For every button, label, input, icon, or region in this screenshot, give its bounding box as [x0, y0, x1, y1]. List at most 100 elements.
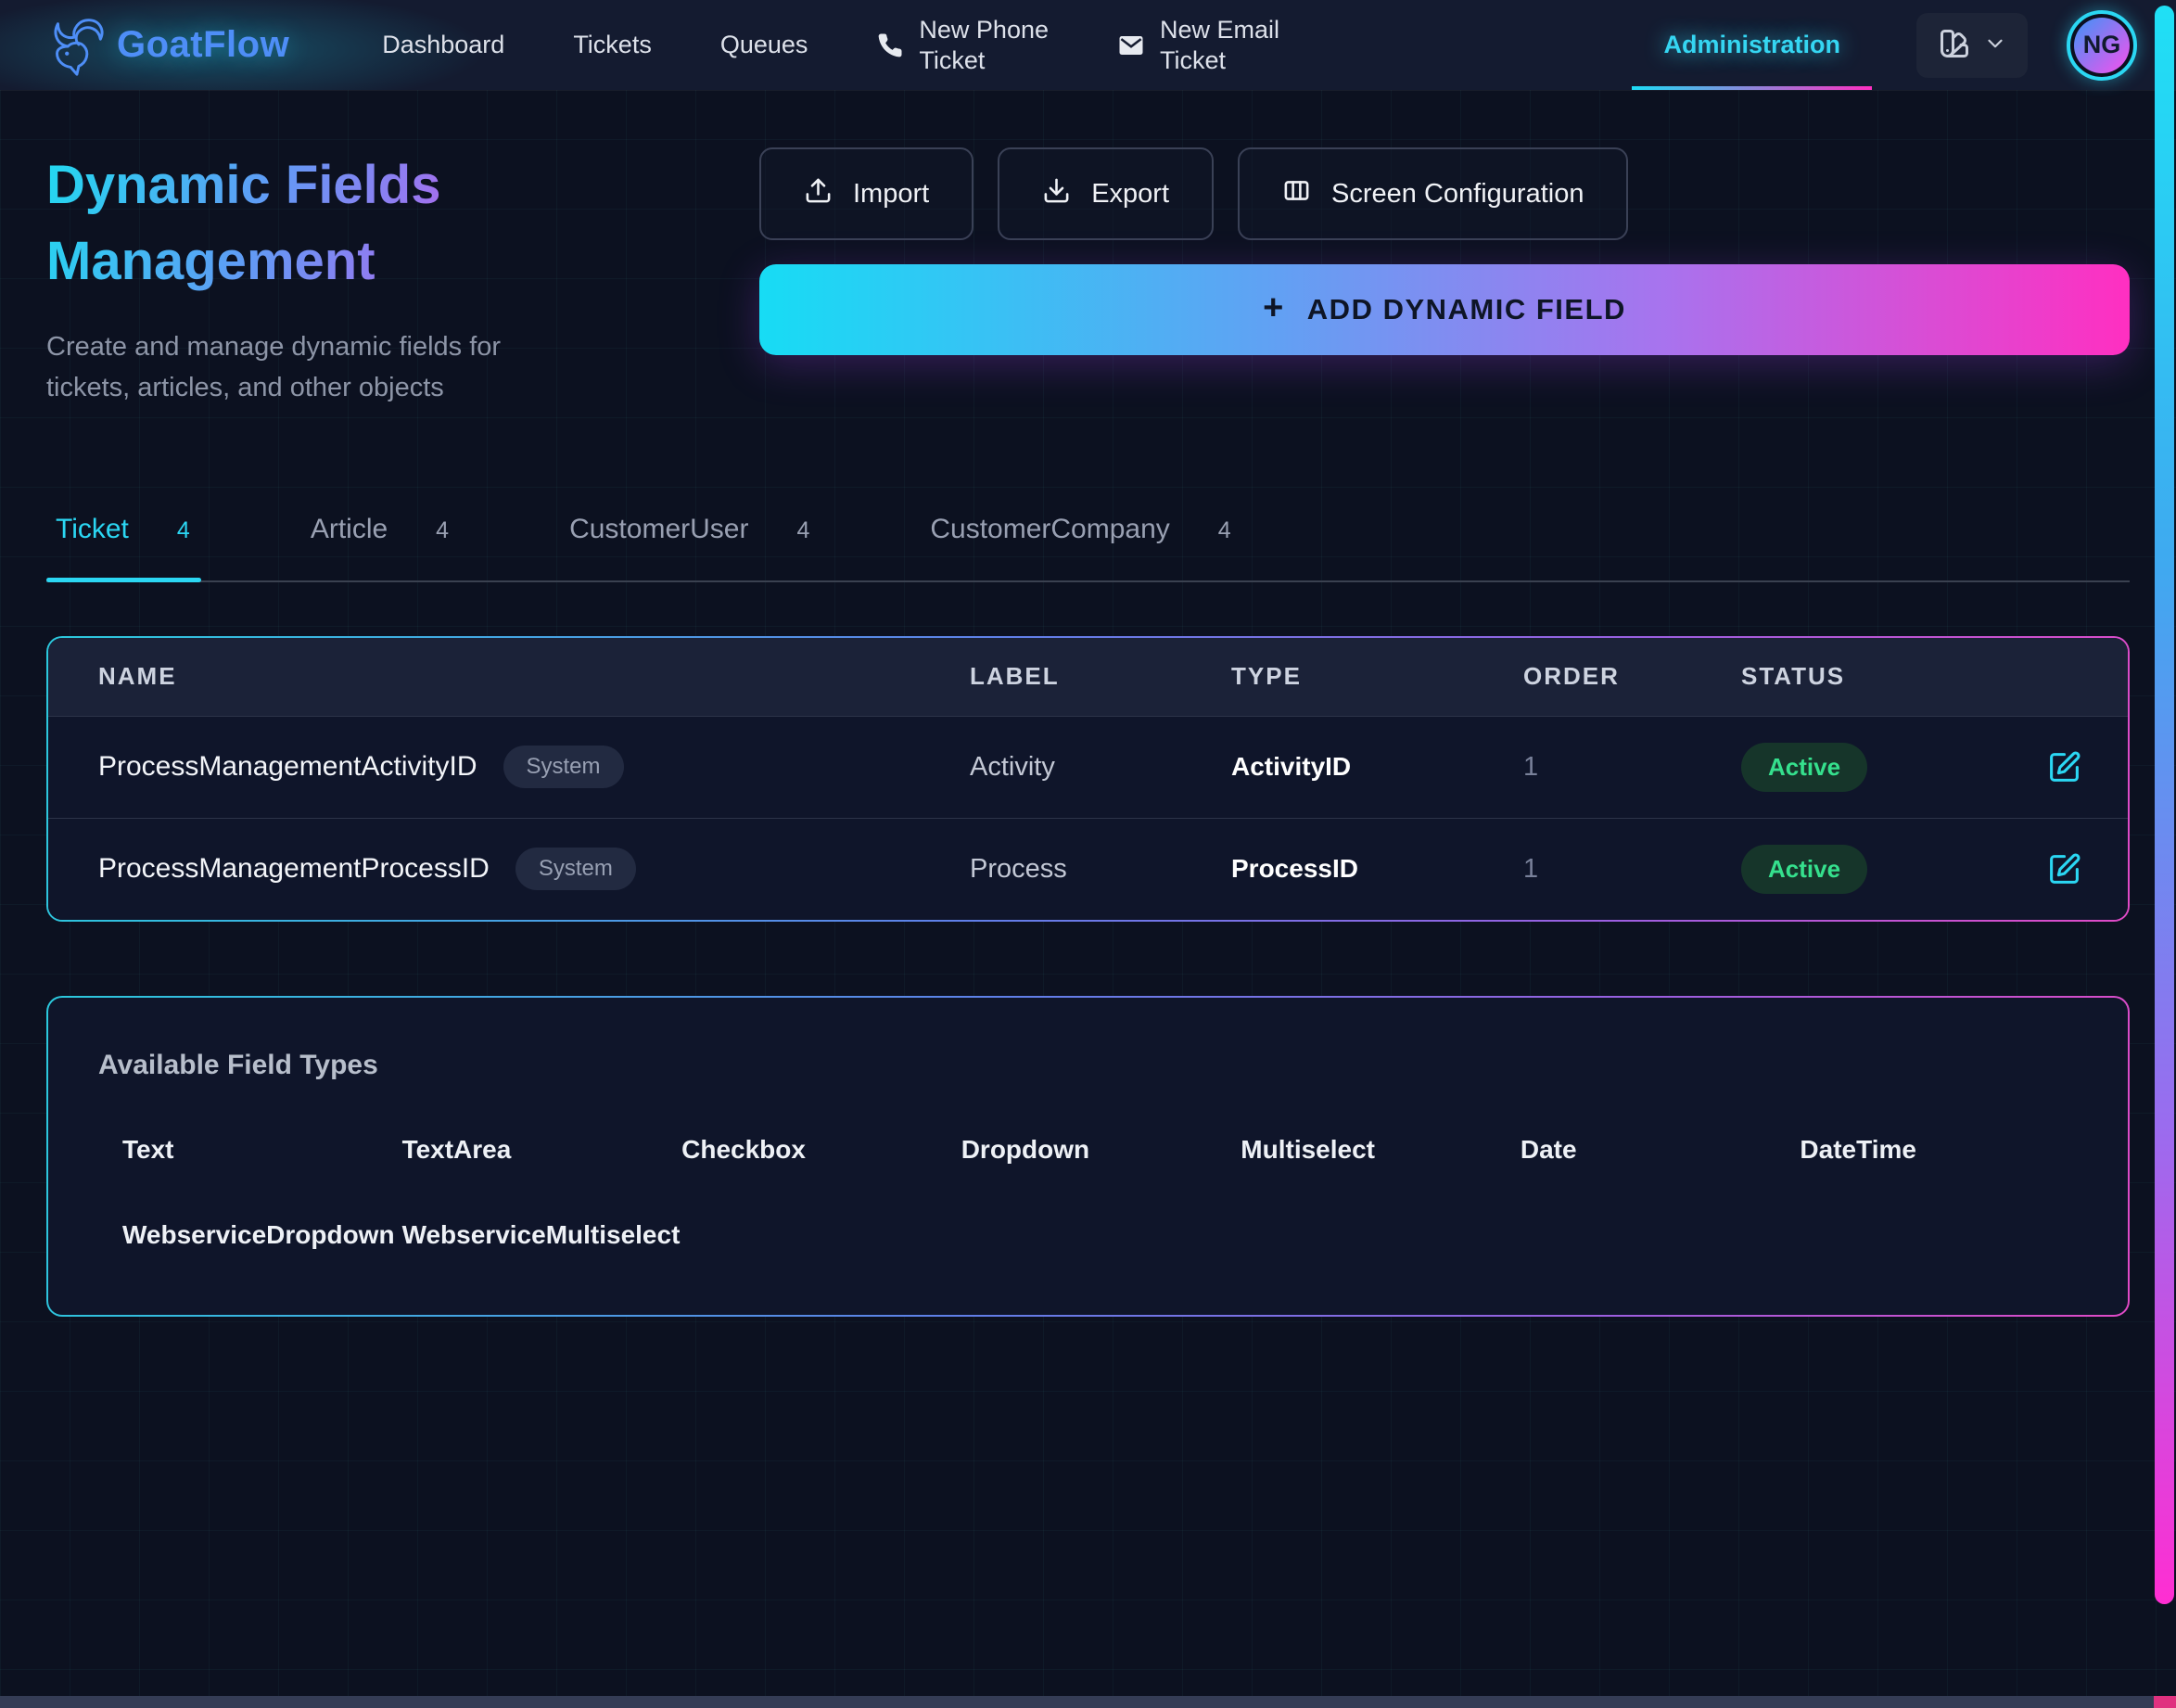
cell-label: Process [970, 854, 1231, 885]
field-type-dropdown[interactable]: Dropdown [961, 1135, 1241, 1165]
brand[interactable]: GoatFlow [39, 9, 289, 82]
tab-customercompany[interactable]: CustomerCompany 4 [921, 514, 1241, 580]
field-types-grid: TextTextAreaCheckboxDropdownMultiselectD… [96, 1135, 2080, 1250]
status-badge: Active [1741, 743, 1867, 792]
theme-picker-button[interactable] [1916, 13, 2028, 78]
tab-count: 4 [436, 517, 449, 544]
cell-type: ActivityID [1231, 752, 1523, 782]
cell-name: ProcessManagementProcessID System [98, 848, 970, 890]
cell-name: ProcessManagementActivityIDSystem [98, 746, 970, 788]
field-name: ProcessManagementActivityID [98, 751, 477, 783]
table-body: ProcessManagementActivityIDSystemActivit… [48, 716, 2128, 920]
field-type-webservicedropdown[interactable]: WebserviceDropdown [122, 1220, 402, 1250]
brand-name: GoatFlow [117, 24, 289, 66]
column-header-type: TYPE [1231, 662, 1523, 691]
cell-label: Activity [970, 752, 1231, 783]
user-avatar[interactable]: NG [2067, 10, 2137, 81]
cell-status: Active [1741, 845, 2001, 894]
cell-type: ProcessID [1231, 854, 1523, 884]
field-name: ProcessManagementProcessID [98, 853, 490, 885]
tab-label: Article [311, 514, 388, 545]
nav-item-new-email-ticket[interactable]: New Email Ticket [1117, 0, 1279, 90]
nav-item-tickets[interactable]: Tickets [573, 0, 652, 90]
cell-order: 1 [1523, 854, 1741, 885]
page-header-right: Import Export Screen Configuration + ADD… [759, 147, 2130, 408]
tab-article[interactable]: Article 4 [301, 514, 460, 580]
nav-item-dashboard[interactable]: Dashboard [382, 0, 504, 90]
chevron-down-icon [1983, 32, 2007, 58]
column-header-order: ORDER [1523, 662, 1741, 691]
table-row: ProcessManagementProcessID System ProcessP… [48, 818, 2128, 920]
email-icon [1117, 32, 1145, 59]
column-header-label: LABEL [970, 662, 1231, 691]
export-button-label: Export [1091, 179, 1169, 210]
goat-logo-icon [39, 9, 111, 82]
field-type-datetime[interactable]: DateTime [1800, 1135, 2080, 1165]
tab-count: 4 [1218, 517, 1231, 544]
screen-configuration-label: Screen Configuration [1331, 179, 1584, 210]
nav-item-new-phone-ticket[interactable]: New Phone Ticket [876, 0, 1049, 90]
field-type-textarea[interactable]: TextArea [402, 1135, 682, 1165]
table-gradient-border: NAMELABELTYPEORDERSTATUS ProcessManageme… [46, 636, 2130, 922]
nav-item-label: Tickets [573, 30, 652, 59]
field-type-text[interactable]: Text [122, 1135, 402, 1165]
vertical-scrollbar-thumb[interactable] [2155, 6, 2174, 1604]
import-button[interactable]: Import [759, 147, 973, 240]
tab-label: CustomerUser [569, 514, 748, 545]
nav-item-queues[interactable]: Queues [720, 0, 808, 90]
horizontal-scrollbar[interactable] [0, 1696, 2176, 1708]
tab-label: CustomerCompany [930, 514, 1169, 545]
tab-ticket[interactable]: Ticket 4 [46, 514, 201, 580]
plus-icon: + [1263, 288, 1285, 328]
field-type-webservicemultiselect[interactable]: WebserviceMultiselect [402, 1220, 682, 1250]
cell-actions [2001, 750, 2128, 784]
add-dynamic-field-button[interactable]: + ADD DYNAMIC FIELD [759, 264, 2130, 355]
field-type-multiselect[interactable]: Multiselect [1241, 1135, 1521, 1165]
top-navbar: GoatFlow Dashboard Tickets Queues New Phone… [0, 0, 2176, 90]
tab-count: 4 [177, 517, 190, 544]
main-content: Dynamic Fields Management Create and man… [0, 147, 2176, 1317]
add-dynamic-field-label: ADD DYNAMIC FIELD [1307, 293, 1626, 326]
tab-label: Ticket [56, 514, 129, 545]
edit-button[interactable] [2047, 750, 2081, 784]
nav-item-label: Dashboard [382, 30, 504, 59]
edit-button[interactable] [2047, 852, 2081, 886]
export-button[interactable]: Export [998, 147, 1214, 240]
nav-menu: Dashboard Tickets Queues New Phone Ticket Ne… [382, 0, 1872, 90]
column-header-status: STATUS [1741, 662, 2001, 691]
available-field-types-section: Available Field Types TextTextAreaCheckb… [46, 996, 2130, 1317]
phone-icon [876, 32, 904, 59]
cell-actions [2001, 852, 2128, 886]
object-type-tabs: Ticket4Article4CustomerUser4CustomerComp… [46, 514, 2130, 582]
nav-right: NG [1916, 10, 2137, 81]
nav-item-label: Administration [1663, 30, 1840, 59]
dynamic-fields-table-section: NAMELABELTYPEORDERSTATUS ProcessManageme… [46, 636, 2130, 922]
field-type-checkbox[interactable]: Checkbox [681, 1135, 961, 1165]
nav-item-administration[interactable]: Administration [1632, 0, 1872, 90]
import-button-label: Import [853, 179, 929, 210]
tab-count: 4 [796, 517, 809, 544]
page-header-left: Dynamic Fields Management Create and man… [46, 147, 723, 408]
toolbar: Import Export Screen Configuration [759, 147, 2130, 240]
screen-configuration-button[interactable]: Screen Configuration [1238, 147, 1628, 240]
dynamic-fields-table: NAMELABELTYPEORDERSTATUS ProcessManageme… [48, 638, 2128, 920]
nav-item-label: Queues [720, 30, 808, 59]
upload-icon [804, 176, 833, 212]
status-badge: Active [1741, 845, 1867, 894]
download-icon [1042, 176, 1071, 212]
table-header-row: NAMELABELTYPEORDERSTATUS [48, 638, 2128, 716]
field-type-date[interactable]: Date [1521, 1135, 1801, 1165]
table-row: ProcessManagementActivityIDSystemActivit… [48, 716, 2128, 818]
swatch-icon [1938, 27, 1971, 63]
nav-item-label: New Phone Ticket [919, 15, 1049, 75]
tab-customeruser[interactable]: CustomerUser 4 [560, 514, 821, 580]
system-badge: System [515, 848, 636, 890]
field-types-card: Available Field Types TextTextAreaCheckb… [48, 998, 2128, 1315]
scrollbar-corner [2154, 1696, 2176, 1708]
column-header-name: NAME [98, 662, 970, 691]
nav-item-label: New Email Ticket [1160, 15, 1279, 75]
avatar-initials: NG [2074, 18, 2130, 73]
page-title: Dynamic Fields Management [46, 147, 658, 300]
columns-icon [1282, 176, 1311, 212]
field-types-title: Available Field Types [96, 1050, 2080, 1081]
